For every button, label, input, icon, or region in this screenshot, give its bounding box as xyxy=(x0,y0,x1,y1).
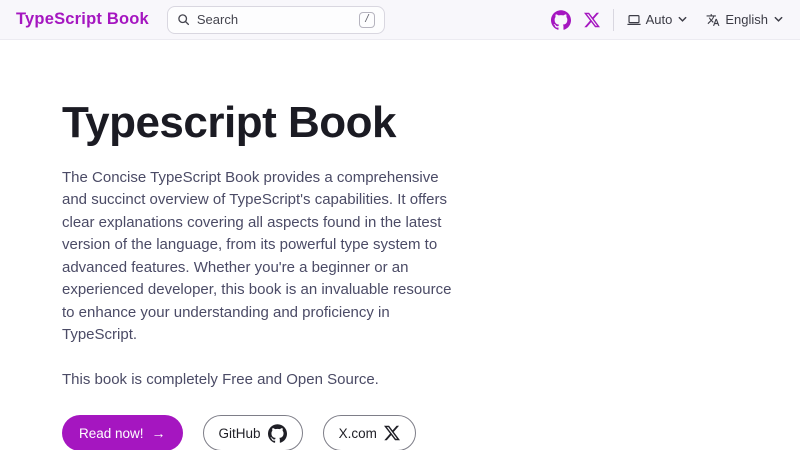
x-icon xyxy=(384,425,400,441)
xcom-button[interactable]: X.com xyxy=(323,415,416,450)
search-icon xyxy=(177,13,190,26)
github-link[interactable] xyxy=(551,10,571,30)
github-button-label: GitHub xyxy=(219,426,261,441)
x-link[interactable] xyxy=(584,12,600,28)
read-now-button[interactable]: Read now! → xyxy=(62,415,183,450)
github-icon xyxy=(268,424,287,443)
theme-label: Auto xyxy=(646,12,673,27)
navbar-actions: Auto English xyxy=(551,9,784,31)
navbar-divider xyxy=(613,9,614,31)
slash-key-icon: / xyxy=(359,12,375,28)
page-title: Typescript Book xyxy=(62,98,800,149)
chevron-down-icon xyxy=(677,14,688,25)
github-button[interactable]: GitHub xyxy=(203,415,303,450)
arrow-right-icon: → xyxy=(152,425,166,441)
search-input[interactable]: Search / xyxy=(167,6,385,34)
site-logo[interactable]: TypeScript Book xyxy=(16,10,149,29)
search-placeholder: Search xyxy=(197,12,238,27)
xcom-button-label: X.com xyxy=(339,426,377,441)
x-icon xyxy=(584,12,600,28)
language-selector[interactable]: English xyxy=(706,12,784,27)
github-icon xyxy=(551,10,571,30)
theme-selector[interactable]: Auto xyxy=(627,12,689,27)
hero-tagline: This book is completely Free and Open So… xyxy=(62,369,800,392)
laptop-icon xyxy=(627,13,641,27)
chevron-down-icon xyxy=(773,14,784,25)
hero-section: Typescript Book The Concise TypeScript B… xyxy=(0,40,800,450)
navbar: TypeScript Book Search / Auto xyxy=(0,0,800,40)
hero-description: The Concise TypeScript Book provides a c… xyxy=(62,167,466,347)
hero-actions: Read now! → GitHub X.com xyxy=(62,415,800,450)
language-label: English xyxy=(725,12,768,27)
translate-icon xyxy=(706,13,720,27)
read-now-label: Read now! xyxy=(79,426,144,441)
